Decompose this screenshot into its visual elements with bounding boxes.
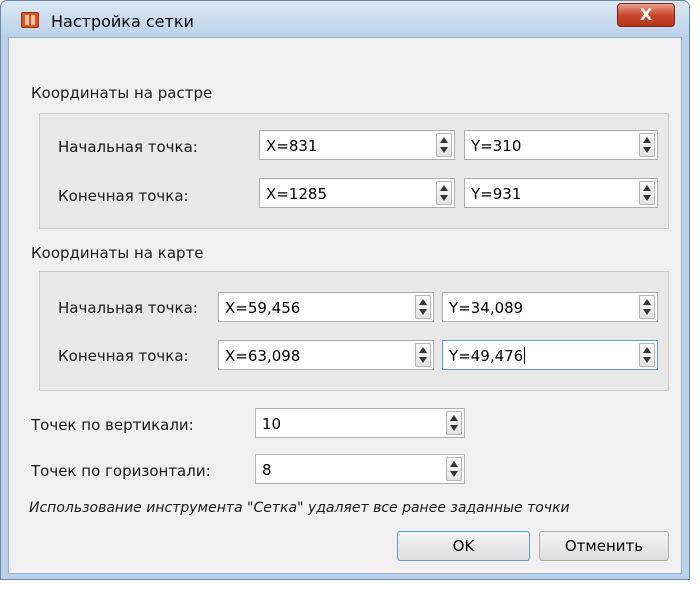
horizontal-points-spinbox[interactable]: 8 (255, 454, 465, 484)
map-group (39, 271, 669, 391)
close-button[interactable]: X (617, 3, 675, 27)
ok-button[interactable]: OK (397, 531, 530, 561)
map-start-label: Начальная точка: (58, 299, 198, 317)
raster-start-x-spinbox[interactable]: X=831 (259, 130, 455, 160)
text-caret (524, 347, 526, 364)
map-start-x-spinbox[interactable]: X=59,456 (218, 292, 434, 322)
vertical-points-spinbox[interactable]: 10 (255, 408, 465, 438)
map-start-y-spinbox[interactable]: Y=34,089 (442, 292, 658, 322)
spin-arrows-icon[interactable] (639, 181, 655, 205)
map-section-label: Координаты на карте (31, 244, 204, 262)
raster-start-y-value: Y=310 (471, 137, 522, 155)
map-end-x-spinbox[interactable]: X=63,098 (218, 340, 434, 370)
raster-end-y-value: Y=931 (471, 185, 522, 203)
dialog-body: Координаты на растре Начальная точка: X=… (8, 37, 682, 574)
grid-settings-dialog: Настройка сетки X Координаты на растре Н… (0, 0, 690, 580)
raster-end-label: Конечная точка: (58, 187, 189, 205)
cancel-button[interactable]: Отменить (539, 531, 669, 561)
map-end-y-spinbox[interactable]: Y=49,476 (442, 340, 658, 370)
map-start-x-value: X=59,456 (225, 299, 301, 317)
title-bar[interactable]: Настройка сетки X (1, 1, 689, 35)
map-end-x-value: X=63,098 (225, 347, 301, 365)
spin-arrows-icon[interactable] (436, 181, 452, 205)
warning-note: Использование инструмента "Сетка" удаляе… (29, 500, 570, 516)
raster-end-x-spinbox[interactable]: X=1285 (259, 178, 455, 208)
map-grid-app-icon (21, 12, 39, 28)
spin-arrows-icon[interactable] (415, 295, 431, 319)
dialog-title: Настройка сетки (51, 12, 194, 31)
map-start-y-value: Y=34,089 (449, 299, 524, 317)
spin-arrows-icon[interactable] (446, 457, 462, 481)
vertical-points-label: Точек по вертикали: (31, 416, 194, 434)
spin-arrows-icon[interactable] (415, 343, 431, 367)
spin-arrows-icon[interactable] (446, 411, 462, 435)
raster-section-label: Координаты на растре (31, 84, 213, 102)
raster-start-label: Начальная точка: (58, 138, 198, 156)
map-end-y-value: Y=49,476 (449, 347, 526, 365)
spin-arrows-icon[interactable] (639, 343, 655, 367)
raster-end-y-spinbox[interactable]: Y=931 (464, 178, 658, 208)
raster-start-y-spinbox[interactable]: Y=310 (464, 130, 658, 160)
vertical-points-value: 10 (262, 415, 282, 433)
map-end-label: Конечная точка: (58, 347, 189, 365)
raster-end-x-value: X=1285 (266, 185, 328, 203)
raster-start-x-value: X=831 (266, 137, 318, 155)
horizontal-points-label: Точек по горизонтали: (31, 462, 211, 480)
spin-arrows-icon[interactable] (639, 295, 655, 319)
spin-arrows-icon[interactable] (436, 133, 452, 157)
horizontal-points-value: 8 (262, 461, 272, 479)
spin-arrows-icon[interactable] (639, 133, 655, 157)
